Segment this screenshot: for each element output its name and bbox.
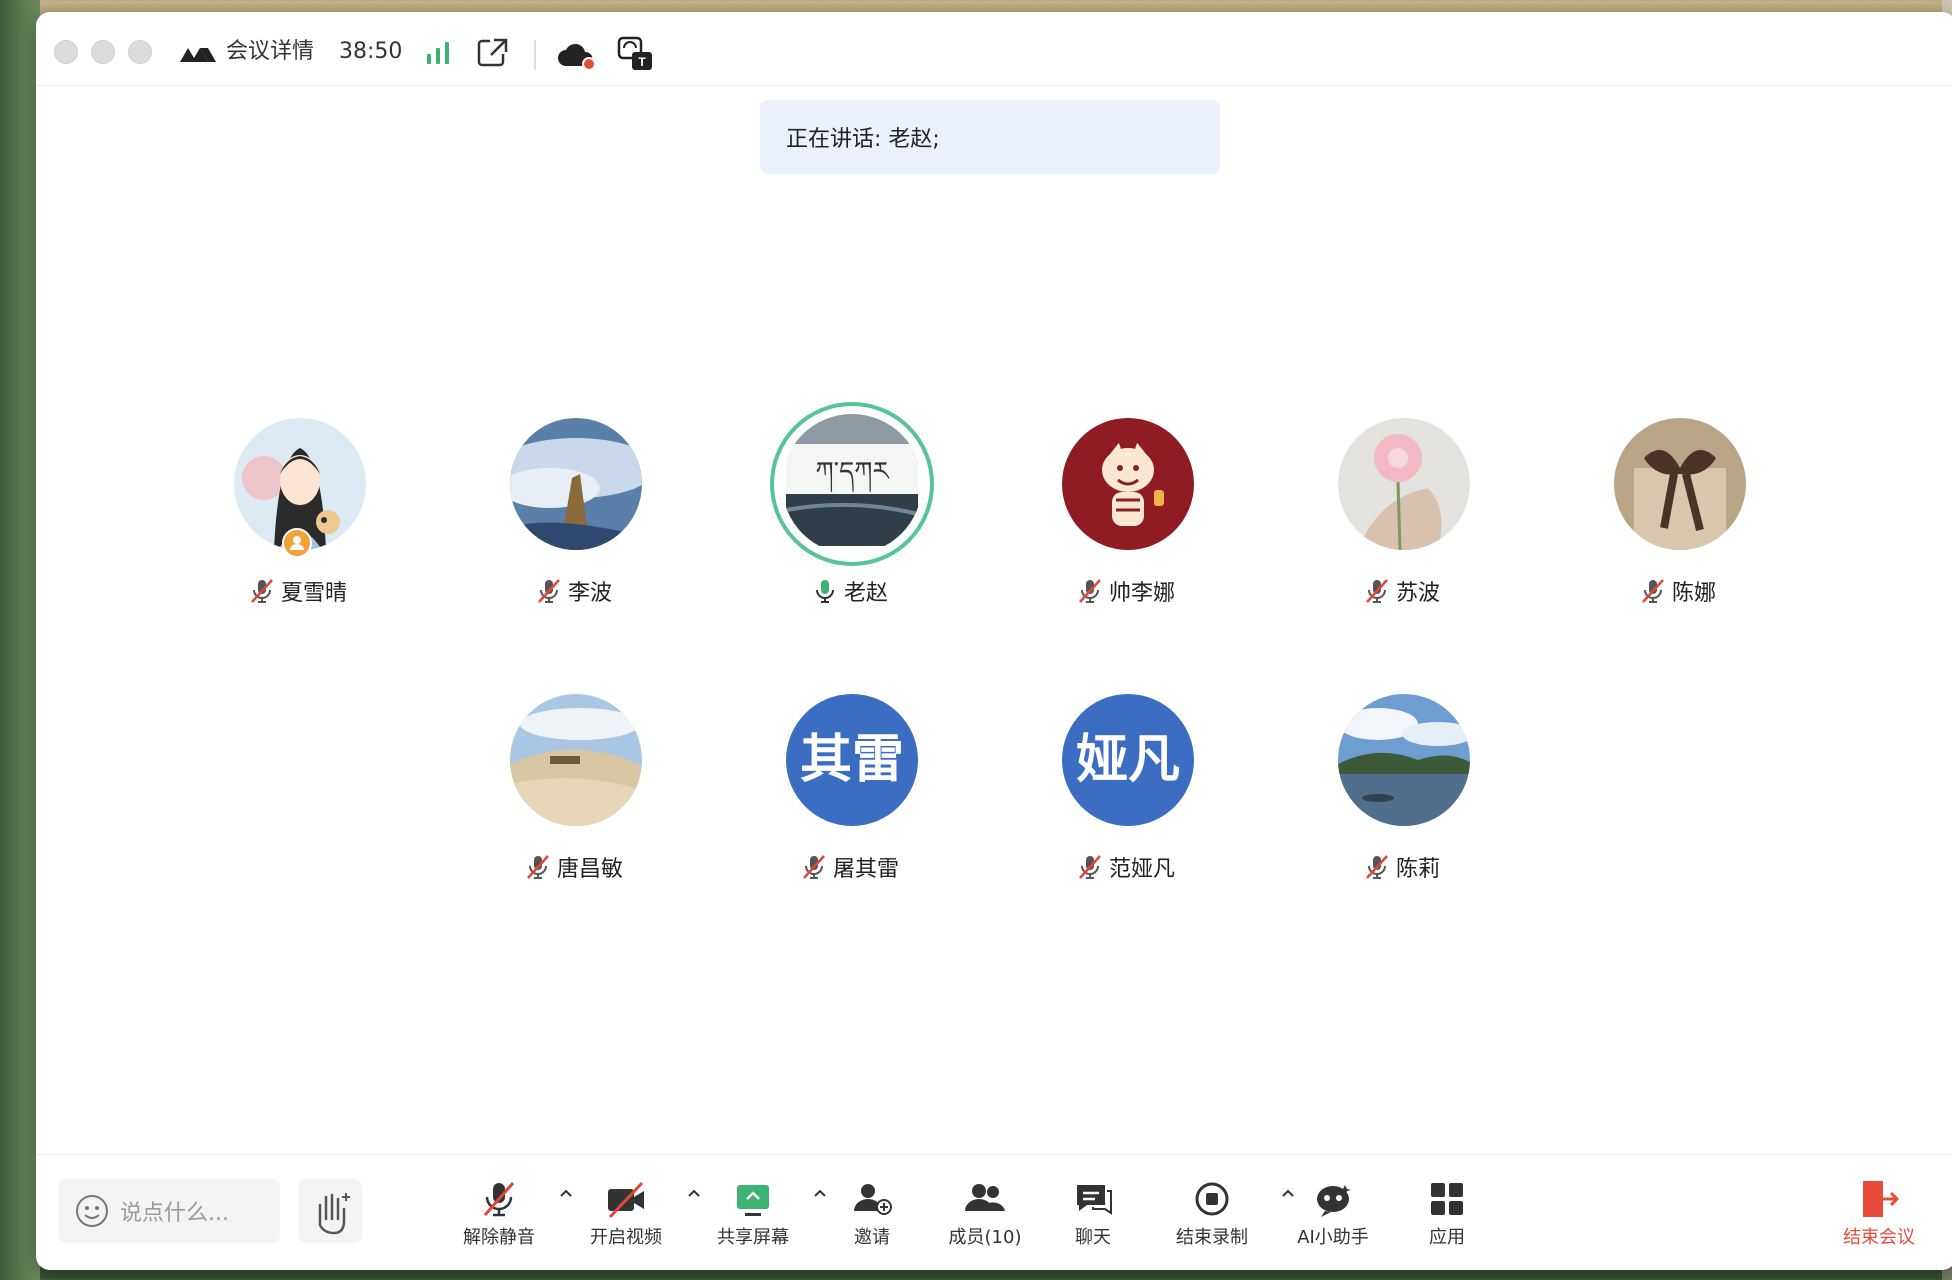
avatar-initials: 其雷 — [786, 694, 918, 826]
add-user-icon — [854, 1184, 892, 1215]
chat-icon — [1077, 1185, 1112, 1215]
svg-text:T: T — [638, 55, 646, 69]
mic-muted-icon — [1079, 579, 1101, 603]
participant-name: 唐昌敏 — [556, 857, 623, 882]
chat-button[interactable]: 聊天 — [1038, 1177, 1148, 1255]
apps-button[interactable]: 应用 — [1392, 1177, 1502, 1255]
mic-muted-icon — [1079, 855, 1101, 879]
mic-muted-icon — [251, 579, 273, 603]
minimize-window-button[interactable] — [91, 40, 115, 64]
participant-name-row: 李波 — [474, 574, 674, 608]
invite-button[interactable]: 邀请 — [817, 1177, 927, 1255]
title-bar: 会议详情 38:50 T — [36, 12, 1952, 86]
members-label: 成员(10) — [948, 1227, 1022, 1248]
participant-name: 李波 — [567, 581, 612, 606]
ai-assistant-label: AI小助手 — [1297, 1227, 1369, 1248]
mic-muted-icon — [538, 579, 560, 603]
mic-active-icon — [815, 580, 834, 603]
participant-name-row: 陈娜 — [1578, 574, 1778, 608]
participant-name-row: 范娅凡 — [1026, 850, 1226, 884]
participant-name: 帅李娜 — [1108, 581, 1175, 606]
pop-out-icon[interactable] — [476, 36, 510, 68]
meeting-timer: 38:50 — [339, 39, 403, 64]
avatar — [510, 418, 642, 550]
meeting-window: 会议详情 38:50 T 正在讲话: 老赵; 夏雪晴 李波 ཀ་དཀར 老赵 帅… — [36, 12, 1952, 1270]
desktop-background — [0, 0, 40, 1280]
mic-muted-icon — [1642, 579, 1664, 603]
raise-hand-button[interactable] — [298, 1179, 362, 1243]
quick-chat-input[interactable]: 说点什么... — [58, 1179, 280, 1243]
titlebar-divider — [534, 40, 536, 70]
avatar-speaking-ring: ཀ་དཀར — [770, 402, 934, 566]
apps-grid-icon — [1431, 1183, 1463, 1215]
video-off-icon — [608, 1181, 644, 1219]
end-meeting-label: 结束会议 — [1843, 1227, 1915, 1248]
participant-name-row: 屠其雷 — [750, 850, 950, 884]
participant-name-row: 老赵 — [750, 574, 950, 608]
chat-label: 聊天 — [1075, 1227, 1111, 1248]
meeting-toolbar: 说点什么... 解除静音 开启视频 共享屏幕 邀请 成员(10) 聊天 结束录制… — [36, 1154, 1952, 1270]
participant-name: 陈莉 — [1395, 857, 1440, 882]
end-meeting-button[interactable]: 结束会议 — [1824, 1177, 1934, 1255]
avatar — [1338, 694, 1470, 826]
apps-label: 应用 — [1429, 1227, 1465, 1248]
mic-muted-icon — [1366, 855, 1388, 879]
quick-chat-placeholder: 说点什么... — [120, 1201, 229, 1226]
unmute-button[interactable]: 解除静音 — [444, 1177, 554, 1255]
active-speaker-banner: 正在讲话: 老赵; — [760, 100, 1220, 174]
participant-name-row: 夏雪晴 — [198, 574, 398, 608]
mic-muted-icon — [803, 855, 825, 879]
share-screen-icon — [737, 1185, 769, 1216]
emoji-icon[interactable] — [74, 1193, 110, 1229]
avatar — [510, 694, 642, 826]
participant-name: 范娅凡 — [1108, 857, 1175, 882]
exit-icon — [1863, 1181, 1900, 1217]
network-signal-icon[interactable] — [424, 40, 452, 66]
avatar — [1614, 418, 1746, 550]
invite-label: 邀请 — [854, 1227, 890, 1248]
ai-assistant-button[interactable]: AI小助手 — [1278, 1177, 1388, 1255]
avatar-initials: 娅凡 — [1062, 694, 1194, 826]
members-button[interactable]: 成员(10) — [930, 1177, 1040, 1255]
participant-name: 老赵 — [843, 581, 888, 606]
mic-muted-icon — [1366, 579, 1388, 603]
participant-name-row: 唐昌敏 — [474, 850, 674, 884]
participant-name: 苏波 — [1395, 581, 1440, 606]
share-screen-button[interactable]: 共享屏幕 — [698, 1177, 808, 1255]
end-recording-button[interactable]: 结束录制 — [1157, 1177, 1267, 1255]
participant-name-row: 帅李娜 — [1026, 574, 1226, 608]
stop-recording-icon — [1195, 1182, 1229, 1216]
host-badge-icon — [282, 528, 312, 558]
ai-assistant-icon — [1317, 1185, 1351, 1217]
share-screen-label: 共享屏幕 — [717, 1227, 789, 1248]
participant-name-row: 陈莉 — [1302, 850, 1502, 884]
live-caption-icon[interactable]: T — [616, 34, 656, 74]
avatar — [1062, 418, 1194, 550]
maximize-window-button[interactable] — [128, 40, 152, 64]
meeting-details-link[interactable]: 会议详情 — [226, 36, 314, 68]
mic-muted-icon — [483, 1182, 515, 1217]
close-window-button[interactable] — [54, 40, 78, 64]
members-icon — [965, 1184, 1005, 1211]
avatar — [1338, 418, 1470, 550]
participant-name: 夏雪晴 — [280, 581, 347, 606]
end-recording-label: 结束录制 — [1176, 1227, 1248, 1248]
participant-name: 陈娜 — [1671, 581, 1716, 606]
start-video-label: 开启视频 — [590, 1227, 662, 1248]
participant-name-row: 苏波 — [1302, 574, 1502, 608]
raise-hand-icon — [318, 1193, 350, 1235]
app-logo-icon — [180, 48, 216, 62]
participant-name: 屠其雷 — [832, 857, 899, 882]
start-video-button[interactable]: 开启视频 — [571, 1177, 681, 1255]
active-speaker-text: 正在讲话: 老赵; — [786, 127, 940, 152]
mic-muted-icon — [527, 855, 549, 879]
cloud-recording-icon[interactable] — [556, 40, 596, 72]
unmute-label: 解除静音 — [463, 1227, 535, 1248]
